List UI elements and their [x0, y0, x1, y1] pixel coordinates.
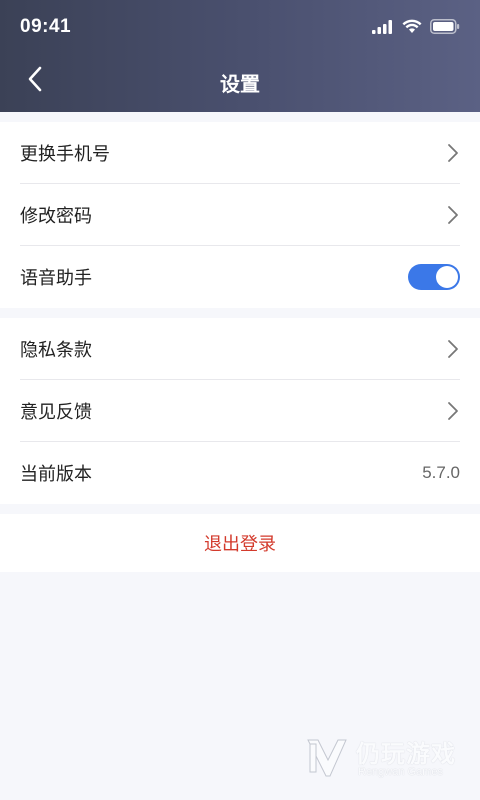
chevron-right-icon [446, 401, 460, 421]
setting-row-change-phone[interactable]: 更换手机号 [20, 122, 460, 184]
version-value: 5.7.0 [422, 463, 460, 482]
voice-assistant-toggle[interactable] [408, 264, 460, 290]
wifi-icon [402, 19, 422, 38]
watermark-text-en: Rengwan Games [358, 766, 443, 778]
setting-row-version: 当前版本 5.7.0 [20, 442, 460, 504]
setting-label: 更换手机号 [20, 143, 110, 165]
setting-label: 隐私条款 [20, 339, 92, 361]
nav-bar: 设置 [0, 54, 480, 112]
setting-label: 意见反馈 [20, 401, 92, 423]
watermark: 仍玩游戏 Rengwan Games [304, 734, 474, 784]
settings-group-info: 隐私条款 意见反馈 当前版本 5.7.0 [0, 318, 480, 504]
status-time: 09:41 [20, 16, 72, 37]
setting-row-feedback[interactable]: 意见反馈 [20, 380, 460, 442]
chevron-right-icon [446, 339, 460, 359]
header: 09:41 设置 [0, 0, 480, 112]
page-title: 设置 [220, 72, 260, 96]
settings-group-account: 更换手机号 修改密码 语音助手 [0, 122, 480, 308]
chevron-right-icon [446, 143, 460, 163]
toggle-knob [436, 266, 458, 288]
watermark-logo-icon [304, 736, 350, 784]
chevron-right-icon [446, 205, 460, 225]
cellular-signal-icon [372, 19, 394, 38]
status-bar: 09:41 [0, 0, 480, 54]
setting-row-voice-assistant: 语音助手 [20, 246, 460, 308]
battery-icon [430, 18, 460, 38]
logout-button[interactable]: 退出登录 [0, 514, 480, 572]
setting-label: 语音助手 [20, 268, 92, 289]
watermark-text-cn: 仍玩游戏 [356, 740, 456, 768]
setting-label: 修改密码 [20, 205, 92, 227]
status-icons [372, 18, 460, 38]
setting-row-change-password[interactable]: 修改密码 [20, 184, 460, 246]
setting-label: 当前版本 [20, 464, 92, 485]
setting-row-privacy[interactable]: 隐私条款 [20, 318, 460, 380]
logout-section: 退出登录 [0, 514, 480, 572]
